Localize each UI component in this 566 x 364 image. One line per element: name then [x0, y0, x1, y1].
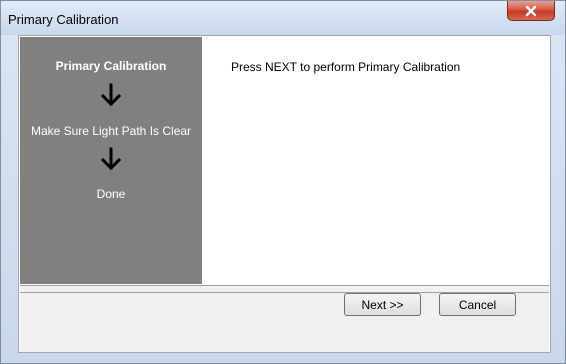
wizard-steps-panel: Primary Calibration Make Sure Light Path…: [20, 37, 202, 284]
title-bar[interactable]: Primary Calibration: [1, 1, 565, 35]
close-button[interactable]: [507, 1, 555, 21]
next-button[interactable]: Next >>: [344, 293, 421, 316]
step-done: Done: [96, 187, 126, 201]
window-title: Primary Calibration: [8, 12, 119, 27]
step-light-path: Make Sure Light Path Is Clear: [30, 124, 192, 138]
instruction-text: Press NEXT to perform Primary Calibratio…: [231, 60, 461, 74]
close-icon: [525, 5, 537, 16]
separator: [20, 285, 549, 293]
arrow-down-icon: [100, 147, 122, 171]
arrow-down-icon: [100, 83, 122, 107]
step-primary-calibration: Primary Calibration: [55, 59, 167, 73]
calibration-dialog: Primary Calibration Primary Calibration …: [0, 0, 566, 364]
cancel-button[interactable]: Cancel: [439, 293, 516, 316]
